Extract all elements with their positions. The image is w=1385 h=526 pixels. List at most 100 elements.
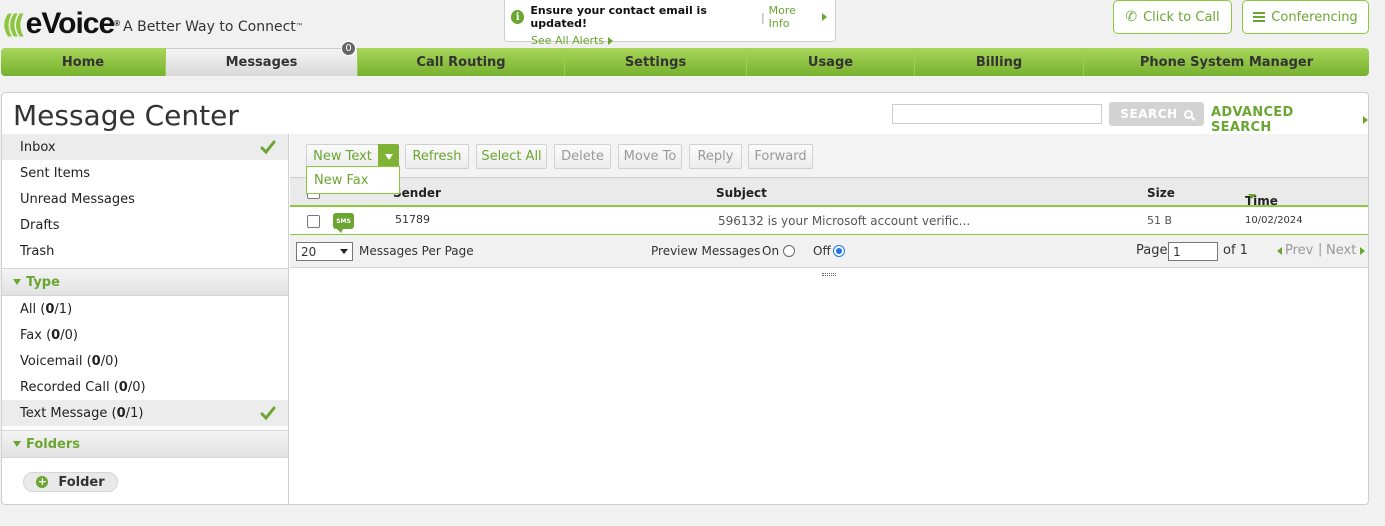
reply-button[interactable]: Reply bbox=[689, 144, 742, 169]
new-menu-dropdown: New Fax bbox=[306, 166, 400, 194]
nav-home[interactable]: Home bbox=[1, 48, 166, 76]
resize-grip[interactable] bbox=[822, 273, 836, 276]
add-folder-button[interactable]: + Folder bbox=[23, 472, 118, 492]
folders-section-header[interactable]: Folders bbox=[2, 430, 288, 458]
collapse-icon bbox=[13, 441, 21, 447]
page-number-value: 1 bbox=[1173, 244, 1181, 259]
table-header: Sender Subject Size Time bbox=[290, 178, 1368, 208]
preview-on-label: On bbox=[762, 244, 780, 258]
nav-phone-system-manager-label: Phone System Manager bbox=[1139, 54, 1314, 70]
forward-button[interactable]: Forward bbox=[748, 144, 813, 169]
sidebar-item-sent-items[interactable]: Sent Items bbox=[2, 160, 288, 186]
next-page-link[interactable]: Next bbox=[1326, 243, 1366, 258]
alert-text: Ensure your contact email is updated! bbox=[530, 4, 707, 30]
type-section-header[interactable]: Type bbox=[2, 268, 288, 296]
preview-on-radio[interactable] bbox=[783, 245, 795, 257]
type-item-recorded-call[interactable]: Recorded Call (0/0) bbox=[2, 374, 288, 400]
arrow-right-icon bbox=[1360, 246, 1366, 255]
sidebar-item-drafts[interactable]: Drafts bbox=[2, 212, 288, 238]
table-row[interactable]: SMS 51789 596132 is your Microsoft accou… bbox=[290, 207, 1368, 235]
sidebar-item-label: Trash bbox=[20, 243, 55, 259]
add-folder-label: Folder bbox=[58, 474, 105, 490]
page-number-input[interactable]: 1 bbox=[1168, 242, 1218, 261]
move-to-button[interactable]: Move To bbox=[618, 144, 682, 169]
search-icon bbox=[1183, 109, 1193, 119]
next-label: Next bbox=[1326, 243, 1357, 258]
search-input[interactable] bbox=[892, 104, 1102, 124]
pager-separator: | bbox=[1318, 242, 1323, 257]
sms-icon: SMS bbox=[333, 213, 354, 233]
sort-descending-icon bbox=[1248, 194, 1256, 199]
type-label: Voicemail bbox=[20, 353, 83, 369]
row-sender: 51789 bbox=[395, 213, 430, 226]
message-center-panel: Message Center SEARCH ADVANCED SEARCH In… bbox=[1, 92, 1369, 505]
collapse-icon bbox=[13, 279, 21, 285]
unread-count: 0 bbox=[116, 405, 126, 421]
evoice-logo[interactable]: ((( eVoice® A Better Way to Connect™ bbox=[0, 0, 304, 41]
logo-tagline: A Better Way to Connect™ bbox=[123, 19, 304, 35]
nav-home-label: Home bbox=[61, 54, 105, 70]
arrow-right-icon bbox=[608, 36, 614, 45]
sidebar-item-trash[interactable]: Trash bbox=[2, 238, 288, 264]
sidebar-item-label: Inbox bbox=[20, 139, 56, 155]
sidebar-item-unread-messages[interactable]: Unread Messages bbox=[2, 186, 288, 212]
nav-settings-label: Settings bbox=[624, 54, 687, 70]
preview-off-label: Off bbox=[813, 244, 831, 258]
refresh-label: Refresh bbox=[412, 149, 462, 164]
nav-billing[interactable]: Billing bbox=[915, 48, 1084, 76]
type-label: All bbox=[20, 301, 37, 317]
main-nav: Home Messages 0 Call Routing Settings Us… bbox=[1, 41, 1369, 76]
advanced-search-link[interactable]: ADVANCED SEARCH bbox=[1211, 105, 1368, 135]
click-to-call-label: Click to Call bbox=[1143, 9, 1220, 25]
message-toolbar: New Text Refresh Select All Delete Move … bbox=[290, 134, 1368, 194]
conferencing-button[interactable]: Conferencing bbox=[1242, 0, 1369, 34]
nav-messages[interactable]: Messages 0 bbox=[166, 41, 358, 76]
sender-column-header[interactable]: Sender bbox=[393, 186, 441, 200]
unread-count: 0 bbox=[51, 327, 61, 343]
type-item-text-message[interactable]: Text Message (0/1) bbox=[2, 400, 288, 426]
subject-column-header[interactable]: Subject bbox=[716, 186, 767, 200]
prev-page-link[interactable]: Prev bbox=[1277, 243, 1313, 258]
size-column-header[interactable]: Size bbox=[1147, 186, 1175, 200]
chevron-down-icon bbox=[340, 249, 348, 254]
type-item-fax[interactable]: Fax (0/0) bbox=[2, 322, 288, 348]
see-all-alerts-link[interactable]: See All Alerts bbox=[531, 34, 604, 47]
per-page-select[interactable]: 20 bbox=[296, 242, 353, 261]
type-label: Recorded Call bbox=[20, 379, 110, 395]
search-button[interactable]: SEARCH bbox=[1109, 102, 1204, 126]
nav-call-routing-label: Call Routing bbox=[416, 54, 506, 70]
new-text-label: New Text bbox=[313, 149, 372, 164]
new-fax-menu-item[interactable]: New Fax bbox=[314, 173, 368, 188]
unread-count: 0 bbox=[45, 301, 55, 317]
delete-label: Delete bbox=[561, 149, 604, 164]
sidebar-item-label: Unread Messages bbox=[20, 191, 135, 207]
signal-waves-icon: ((( bbox=[2, 10, 26, 40]
preview-messages-label: Preview Messages bbox=[651, 244, 761, 258]
info-icon: i bbox=[511, 10, 525, 24]
sidebar-item-inbox[interactable]: Inbox bbox=[2, 134, 288, 160]
nav-call-routing[interactable]: Call Routing bbox=[358, 48, 565, 76]
click-to-call-button[interactable]: ✆ Click to Call bbox=[1113, 0, 1232, 34]
delete-button[interactable]: Delete bbox=[554, 144, 611, 169]
reply-label: Reply bbox=[697, 149, 734, 164]
arrow-right-icon bbox=[822, 13, 827, 21]
move-to-label: Move To bbox=[623, 149, 677, 164]
nav-usage[interactable]: Usage bbox=[747, 48, 915, 76]
checkmark-icon bbox=[260, 406, 276, 421]
nav-settings[interactable]: Settings bbox=[565, 48, 747, 76]
advanced-search-label: ADVANCED SEARCH bbox=[1211, 105, 1294, 135]
more-info-link[interactable]: More Info bbox=[769, 4, 818, 30]
page-label: Page bbox=[1136, 243, 1168, 258]
chevron-down-icon bbox=[384, 153, 393, 160]
row-checkbox[interactable] bbox=[307, 215, 320, 228]
select-all-button[interactable]: Select All bbox=[476, 144, 547, 169]
total-count: 0 bbox=[132, 379, 141, 395]
refresh-button[interactable]: Refresh bbox=[405, 144, 469, 169]
preview-off-radio[interactable] bbox=[833, 245, 845, 257]
sidebar-item-label: Drafts bbox=[20, 217, 60, 233]
type-item-all[interactable]: All (0/1) bbox=[2, 296, 288, 322]
total-count: 0 bbox=[64, 327, 73, 343]
nav-phone-system-manager[interactable]: Phone System Manager bbox=[1084, 48, 1369, 76]
type-item-voicemail[interactable]: Voicemail (0/0) bbox=[2, 348, 288, 374]
pagination-bar: 20 Messages Per Page Preview Messages On… bbox=[290, 235, 1368, 276]
